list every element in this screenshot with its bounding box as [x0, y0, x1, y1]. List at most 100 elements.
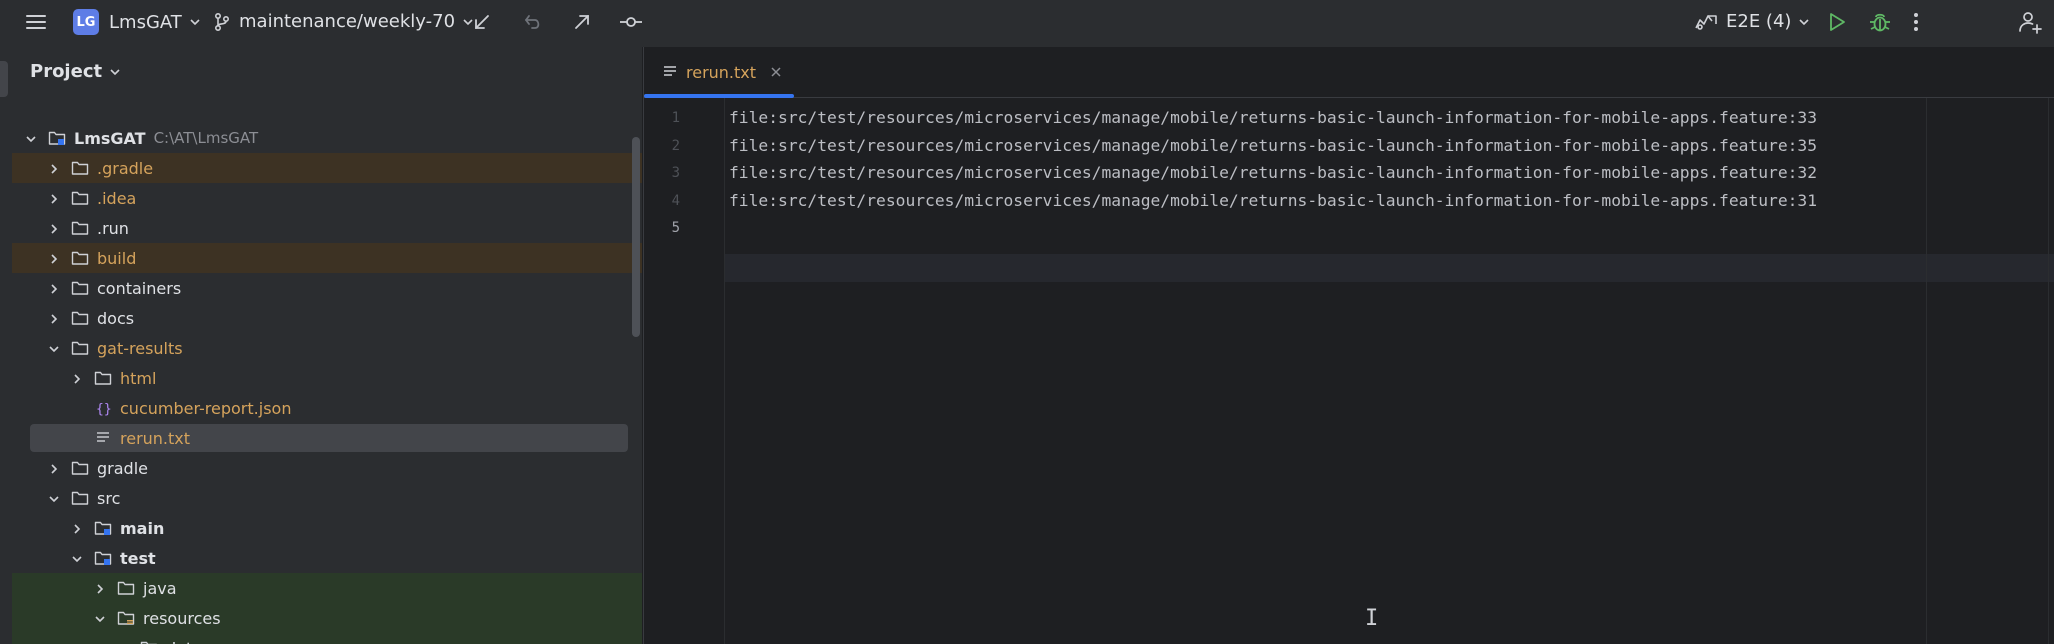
code-line[interactable]: file:src/test/resources/microservices/ma…	[729, 163, 1817, 182]
tree-scrollbar[interactable]	[632, 137, 640, 337]
tree-item-label: gradle	[97, 458, 148, 478]
code-line[interactable]: file:src/test/resources/microservices/ma…	[729, 108, 1817, 127]
line-number: 4	[671, 192, 680, 209]
chevron-right-icon[interactable]	[47, 461, 61, 475]
tree-item[interactable]: {} cucumber-report.json	[12, 393, 642, 423]
tree-item[interactable]: .idea	[12, 183, 642, 213]
tree-item[interactable]: resources	[12, 603, 642, 633]
run-config-icon	[1694, 12, 1718, 32]
tree-item[interactable]: containers	[12, 273, 642, 303]
folder-icon	[71, 220, 89, 236]
undo-icon[interactable]	[523, 12, 543, 32]
vcs-push-icon[interactable]	[572, 12, 592, 32]
tree-item-label: docs	[97, 308, 135, 328]
project-widget[interactable]: LG LmsGAT	[73, 9, 202, 35]
tree-item[interactable]: .run	[12, 213, 642, 243]
run-config-widget[interactable]: E2E (4)	[1694, 11, 1811, 32]
tree-item[interactable]: main	[12, 513, 642, 543]
tree-item[interactable]: gat-results	[12, 333, 642, 363]
line-number-gutter[interactable]: 1 2 3 4 5	[644, 98, 725, 644]
line-number: 3	[671, 165, 680, 181]
tree-item-label: src	[97, 488, 121, 508]
project-view-selector[interactable]: Project	[30, 61, 122, 82]
chevron-right-icon[interactable]	[47, 281, 61, 295]
chevron-right-icon[interactable]	[47, 161, 61, 175]
folder-icon	[71, 340, 89, 356]
test-folder-icon	[117, 580, 135, 596]
tree-item[interactable]: docs	[12, 303, 642, 333]
tree-item-label: rerun.txt	[120, 428, 191, 448]
chevron-down-icon[interactable]	[47, 341, 61, 355]
git-branch-icon	[213, 12, 231, 32]
title-bar: LG LmsGAT maintenance/weekly-70 E2E (4)	[0, 0, 2054, 48]
code-line[interactable]: file:src/test/resources/microservices/ma…	[729, 136, 1817, 155]
project-tool-window: Project LmsGAT C:\AT\LmsGAT .gradle .idea .r…	[12, 47, 642, 644]
chevron-right-icon[interactable]	[47, 221, 61, 235]
tab-label: rerun.txt	[686, 62, 757, 82]
tree-item[interactable]: java	[12, 573, 642, 603]
chevron-right-icon[interactable]	[70, 521, 84, 535]
folder-icon	[71, 250, 89, 266]
tree-item-label: build	[97, 248, 137, 268]
chevron-right-icon[interactable]	[93, 581, 107, 595]
resources-folder-icon	[117, 610, 135, 626]
editor-tab[interactable]: rerun.txt	[644, 47, 794, 98]
line-number: 2	[671, 137, 680, 154]
folder-icon	[94, 370, 112, 386]
chevron-right-icon[interactable]	[47, 311, 61, 325]
tree-item[interactable]: src	[12, 483, 642, 513]
tool-window-stripe	[0, 47, 12, 644]
tree-item-label: html	[120, 368, 157, 388]
project-tool-button[interactable]	[0, 61, 8, 97]
json-file-icon: {}	[94, 400, 112, 417]
folder-icon	[71, 460, 89, 476]
branch-name: maintenance/weekly-70	[239, 11, 456, 32]
folder-icon	[71, 310, 89, 326]
run-config-name: E2E (4)	[1726, 11, 1792, 32]
vcs-update-icon[interactable]	[472, 12, 492, 32]
main-menu-icon[interactable]	[25, 11, 47, 33]
wrap-guide	[2048, 98, 2049, 644]
project-name: LmsGAT	[109, 11, 182, 33]
text-file-icon	[94, 430, 112, 446]
chevron-down-icon[interactable]	[47, 491, 61, 505]
chevron-down-icon[interactable]	[24, 131, 38, 145]
tree-item-label: java	[143, 578, 177, 598]
tree-item-label: LmsGAT	[74, 128, 146, 148]
tree-item[interactable]: rerun.txt	[12, 423, 642, 453]
tree-item[interactable]: .gradle	[12, 153, 642, 183]
code-line[interactable]: file:src/test/resources/microservices/ma…	[729, 191, 1817, 210]
tree-item[interactable]: gradle	[12, 453, 642, 483]
folder-icon	[71, 160, 89, 176]
tree-item[interactable]: build	[12, 243, 642, 273]
chevron-right-icon[interactable]	[47, 191, 61, 205]
tree-item-label: cucumber-report.json	[120, 398, 292, 418]
editor-tab-bar: rerun.txt	[644, 47, 2054, 98]
add-user-icon[interactable]	[2018, 10, 2042, 34]
tree-item[interactable]: test	[12, 543, 642, 573]
folder-icon	[71, 490, 89, 506]
tree-item-label: .run	[97, 218, 129, 238]
tree-item[interactable]: data-source	[12, 633, 642, 644]
chevron-right-icon[interactable]	[70, 371, 84, 385]
tree-item-label: gat-results	[97, 338, 183, 358]
chevron-down-icon[interactable]	[93, 611, 107, 625]
tree-item-path: C:\AT\LmsGAT	[153, 129, 259, 147]
more-actions-icon[interactable]	[1912, 11, 1920, 33]
current-line-highlight	[725, 254, 2054, 282]
project-badge: LG	[73, 9, 99, 35]
debug-icon[interactable]	[1869, 10, 1891, 34]
run-icon[interactable]	[1827, 11, 1847, 33]
tree-item-label: resources	[143, 608, 221, 628]
tree-item-label: main	[120, 518, 165, 538]
tree-item[interactable]: html	[12, 363, 642, 393]
svg-text:{}: {}	[96, 402, 112, 416]
vcs-commit-icon[interactable]	[619, 12, 643, 32]
chevron-right-icon[interactable]	[47, 251, 61, 265]
chevron-down-icon[interactable]	[70, 551, 84, 565]
close-icon[interactable]	[770, 66, 782, 78]
tree-item[interactable]: LmsGAT C:\AT\LmsGAT	[12, 123, 642, 153]
branch-widget[interactable]: maintenance/weekly-70	[213, 11, 475, 32]
source-folder-icon	[94, 550, 112, 566]
editor-area: rerun.txt 1 2 3 4 5 file:src/test/resources/…	[643, 47, 2054, 644]
